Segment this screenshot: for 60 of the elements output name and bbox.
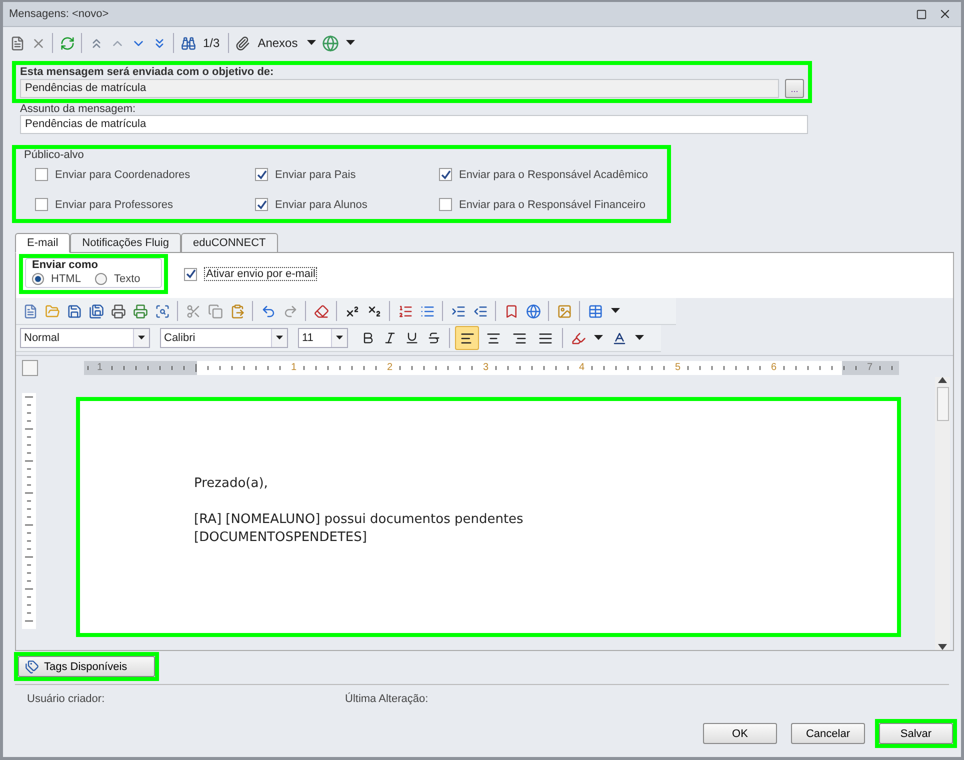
subject-field[interactable]: Pendências de matrícula xyxy=(20,115,808,134)
purpose-field[interactable]: Pendências de matrícula xyxy=(20,79,779,98)
subject-label: Assunto da mensagem: xyxy=(20,103,137,115)
tab[interactable]: Notificações Fluig xyxy=(70,233,181,252)
tab-stop-selector[interactable] xyxy=(22,360,38,376)
checkbox-label[interactable]: Enviar para Professores xyxy=(55,198,173,210)
window-title: Mensagens: <novo> xyxy=(9,8,109,20)
audience-title: Público-alvo xyxy=(24,149,85,161)
dropdown-arrow-icon[interactable] xyxy=(138,335,145,341)
checkbox[interactable] xyxy=(35,168,48,181)
radio-label[interactable]: Texto xyxy=(114,273,140,285)
document-text: [DOCUMENTOSPENDETES] xyxy=(194,529,368,547)
checkbox[interactable] xyxy=(35,198,48,211)
scroll-up-icon[interactable] xyxy=(938,377,947,383)
dialog-button[interactable]: OK xyxy=(703,723,777,744)
created-by-label: Usuário criador: xyxy=(27,693,106,705)
style-dropdown[interactable]: Normal xyxy=(20,328,150,348)
tags-button[interactable]: Tags Disponíveis xyxy=(18,656,155,677)
caret-icon[interactable] xyxy=(611,308,620,314)
caret-icon[interactable] xyxy=(346,40,355,46)
document-text: Prezado(a), xyxy=(194,475,269,493)
radio-button[interactable] xyxy=(94,273,107,285)
radio-label[interactable]: HTML xyxy=(51,273,81,285)
dialog-button[interactable]: Salvar xyxy=(879,723,953,744)
tags-icon xyxy=(25,660,39,674)
font-size-dropdown[interactable]: 11 xyxy=(298,328,348,348)
globe-icon[interactable] xyxy=(320,33,341,53)
font-dropdown[interactable]: Calibri xyxy=(160,328,288,348)
checkbox-label[interactable]: Enviar para o Responsável Acadêmico xyxy=(459,168,648,180)
browse-button[interactable]: ... xyxy=(785,79,804,98)
checkbox-label[interactable]: Enviar para o Responsável Financeiro xyxy=(459,198,646,210)
last-change-label: Última Alteração: xyxy=(345,693,430,705)
attachments-menu[interactable]: Anexos xyxy=(254,36,302,50)
caret-icon[interactable] xyxy=(635,335,644,341)
tab[interactable]: E-mail xyxy=(15,233,70,253)
checkbox[interactable] xyxy=(439,168,452,181)
checkbox-label[interactable]: Ativar envio por e-mail xyxy=(204,267,318,281)
checkbox[interactable] xyxy=(439,198,452,211)
group-title: Enviar como xyxy=(32,259,98,271)
dialog-button[interactable]: Cancelar xyxy=(791,723,865,744)
checkbox[interactable] xyxy=(255,168,268,181)
scroll-thumb[interactable] xyxy=(936,387,948,421)
document-page[interactable]: Prezado(a), [RA] [NOMEALUNO] possui documentos pendentes [DOCUMENTOSPENDETES] xyxy=(76,397,901,637)
checkbox-label[interactable]: Enviar para Alunos xyxy=(275,198,368,210)
caret-icon[interactable] xyxy=(594,335,603,341)
checkbox-label[interactable]: Enviar para Coordenadores xyxy=(55,168,190,180)
tab[interactable]: eduCONNECT xyxy=(181,233,278,252)
record-position: 1/3 xyxy=(202,36,221,50)
align-left-icon[interactable] xyxy=(455,326,479,350)
checkbox[interactable] xyxy=(184,268,197,280)
caret-icon[interactable] xyxy=(306,40,316,46)
dropdown-arrow-icon[interactable] xyxy=(276,335,283,341)
document-text: [RA] [NOMEALUNO] possui documentos pendentes xyxy=(194,511,524,529)
radio-button[interactable] xyxy=(32,273,44,285)
checkbox[interactable] xyxy=(255,198,268,211)
dropdown-arrow-icon[interactable] xyxy=(336,335,343,341)
scrollbar[interactable] xyxy=(935,377,950,650)
checkbox-label[interactable]: Enviar para Pais xyxy=(275,168,356,180)
scroll-down-icon[interactable] xyxy=(938,644,947,650)
purpose-label: Esta mensagem será enviada com o objetivo de: xyxy=(20,66,275,78)
